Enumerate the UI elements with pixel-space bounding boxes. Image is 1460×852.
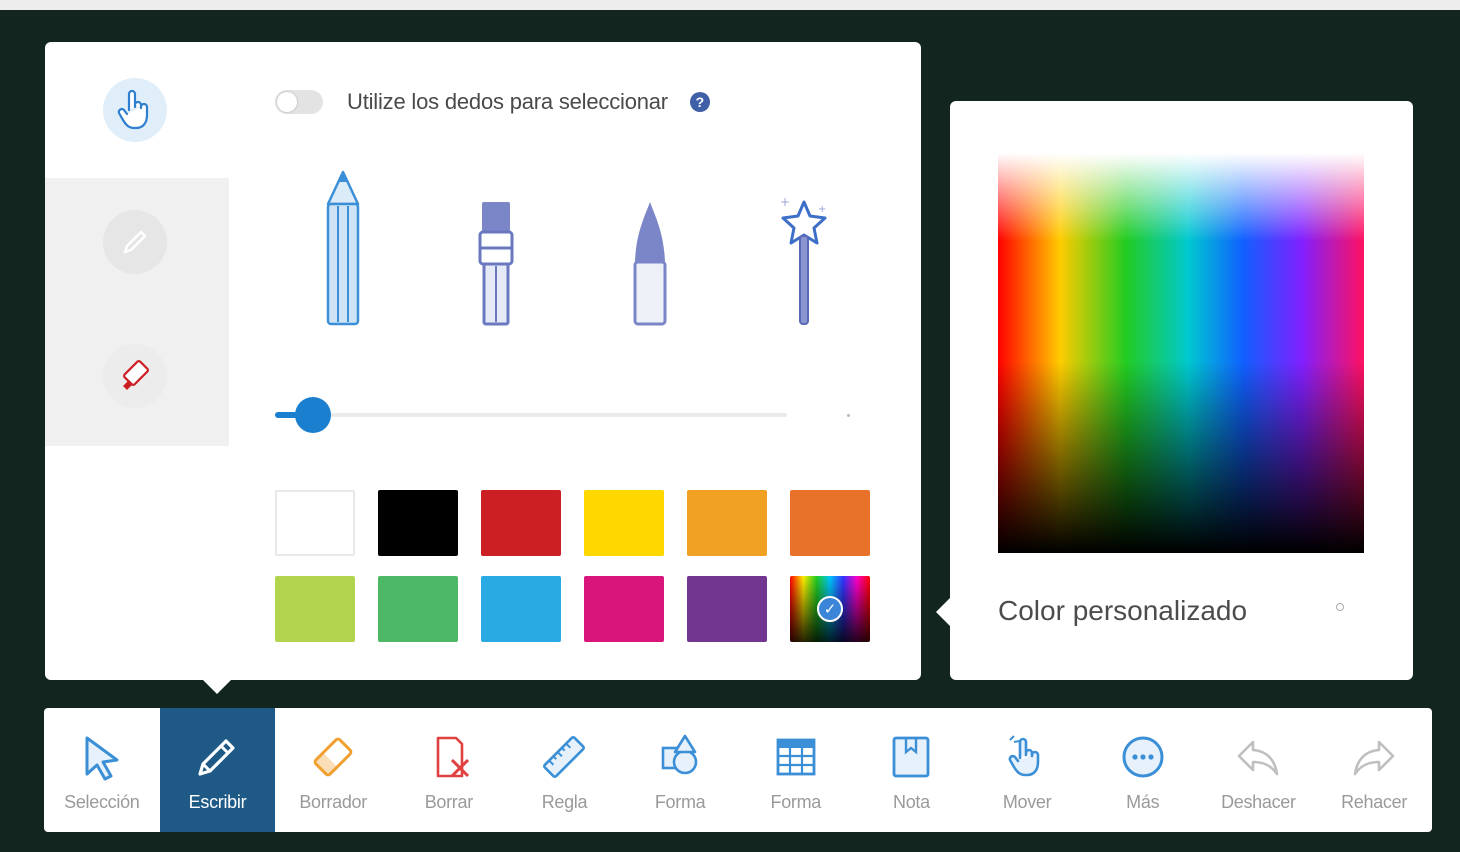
check-icon: ✓ <box>817 596 843 622</box>
undo-icon <box>1231 730 1285 784</box>
custom-color-panel: Color personalizado <box>950 101 1413 680</box>
color-swatch[interactable] <box>584 490 664 556</box>
marker-icon <box>478 202 514 326</box>
swatch-row: ✓ <box>275 576 875 642</box>
pen-settings-panel: Utilize los dedos para seleccionar ? + +… <box>45 42 921 680</box>
eraser-mode-button[interactable] <box>103 344 167 408</box>
color-swatch[interactable] <box>378 576 458 642</box>
clear-page-icon <box>422 730 476 784</box>
toolbar-item-mas-9[interactable]: Más <box>1085 708 1201 832</box>
slider-thumb[interactable] <box>295 397 332 433</box>
color-swatch[interactable] <box>790 490 870 556</box>
toolbar-item-label: Nota <box>893 792 930 812</box>
shapes-icon <box>653 730 707 784</box>
toolbar-item-borrador-2[interactable]: Borrador <box>275 708 391 832</box>
pencil-icon <box>326 170 360 326</box>
color-swatch[interactable] <box>275 490 355 556</box>
magic-wand-tool[interactable]: + + <box>774 162 834 332</box>
toolbar-item-label: Forma <box>770 792 822 812</box>
pen-mode-button[interactable] <box>103 210 167 274</box>
toolbar-item-label: Forma <box>654 792 706 812</box>
pencil-icon <box>190 730 244 784</box>
toolbar-item-forma-5[interactable]: Forma <box>622 708 738 832</box>
toolbar-item-label: Mover <box>1002 792 1052 812</box>
top-bar <box>0 0 1460 10</box>
toolbar-item-seleccion-0[interactable]: Selección <box>44 708 160 832</box>
color-panel-pointer <box>936 598 950 626</box>
color-swatch[interactable] <box>275 576 355 642</box>
touch-mode-button[interactable] <box>103 78 167 142</box>
pencil-tool[interactable] <box>313 162 373 332</box>
toolbar-item-label: Rehacer <box>1341 792 1408 812</box>
svg-text:+: + <box>780 195 790 209</box>
toolbar-item-nota-7[interactable]: Nota <box>854 708 970 832</box>
finger-select-label: Utilize los dedos para seleccionar <box>347 89 668 114</box>
note-icon <box>884 730 938 784</box>
toolbar-item-label: Regla <box>541 792 588 812</box>
ruler-icon <box>537 730 591 784</box>
swatch-row <box>275 490 875 556</box>
redo-icon <box>1347 730 1401 784</box>
toolbar-item-label: Escribir <box>188 792 247 812</box>
hand-pointer-icon <box>117 89 149 130</box>
custom-color-swatch[interactable]: ✓ <box>790 576 870 642</box>
toolbar-item-label: Deshacer <box>1221 792 1296 812</box>
input-mode-column <box>45 42 229 680</box>
pen-panel-pointer <box>203 680 231 694</box>
brush-icon <box>633 202 667 326</box>
slider-max-dot <box>847 414 850 417</box>
eraser-icon <box>306 730 360 784</box>
color-spectrum[interactable] <box>998 153 1364 553</box>
finger-select-toggle[interactable] <box>275 90 323 114</box>
toolbar-item-escribir-1[interactable]: Escribir <box>159 708 276 832</box>
color-swatch[interactable] <box>481 490 561 556</box>
toolbar-item-mover-8[interactable]: Mover <box>969 708 1085 832</box>
color-swatches: ✓ <box>275 490 875 662</box>
more-icon <box>1116 730 1170 784</box>
svg-text:+: + <box>818 204 826 215</box>
toolbar-item-rehacer-11[interactable]: Rehacer <box>1316 708 1432 832</box>
brush-tool[interactable] <box>620 162 680 332</box>
cursor-icon <box>75 730 129 784</box>
toolbar-item-deshacer-10[interactable]: Deshacer <box>1201 708 1317 832</box>
magic-wand-icon: + + <box>780 195 827 325</box>
color-swatch[interactable] <box>584 576 664 642</box>
custom-color-indicator <box>1336 603 1344 611</box>
slider-track <box>275 413 787 417</box>
toolbar-item-borrar-3[interactable]: Borrar <box>391 708 507 832</box>
help-icon[interactable]: ? <box>689 92 710 112</box>
color-swatch[interactable] <box>687 576 767 642</box>
toolbar-item-regla-4[interactable]: Regla <box>507 708 623 832</box>
hand-move-icon <box>1000 730 1054 784</box>
custom-color-label: Color personalizado <box>998 595 1248 626</box>
color-swatch[interactable] <box>481 576 561 642</box>
bottom-toolbar: Selección Escribir Borrador Borrar Regla Form… <box>44 708 1432 832</box>
thickness-slider[interactable] <box>275 397 855 433</box>
toolbar-item-forma-6[interactable]: Forma <box>738 708 854 832</box>
toolbar-item-label: Selección <box>64 792 140 812</box>
table-icon <box>769 730 823 784</box>
toolbar-item-label: Más <box>1126 792 1160 812</box>
marker-tool[interactable] <box>466 162 526 332</box>
toolbar-item-label: Borrar <box>424 792 474 812</box>
pen-icon <box>123 230 147 254</box>
eraser-icon <box>123 360 149 390</box>
finger-select-row: Utilize los dedos para seleccionar ? <box>275 84 710 120</box>
color-swatch[interactable] <box>687 490 767 556</box>
color-swatch[interactable] <box>378 490 458 556</box>
toolbar-item-label: Borrador <box>299 792 367 812</box>
